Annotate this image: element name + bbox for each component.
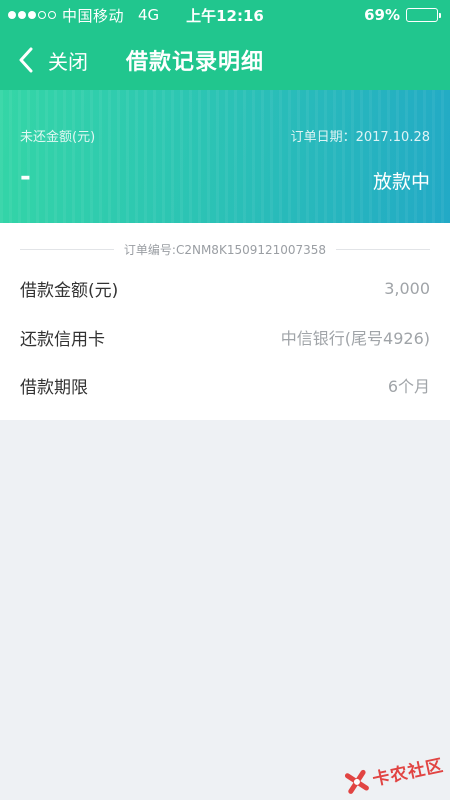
detail-row-loan-amount: 借款金额(元) 3,000 xyxy=(20,274,430,302)
back-button[interactable] xyxy=(0,30,48,90)
loan-detail-card: 订单编号:C2NM8K1509121007358 借款金额(元) 3,000 还… xyxy=(0,223,450,420)
loan-summary-card: 未还金额(元) 订单日期：2017.10.28 - 放款中 xyxy=(0,90,450,223)
order-date: 订单日期：2017.10.28 xyxy=(290,130,430,145)
order-number: 订单编号:C2NM8K1509121007358 xyxy=(123,242,327,257)
detail-label: 借款期限 xyxy=(20,377,88,398)
watermark: 卡农社区 xyxy=(342,751,446,796)
nav-bar: 关闭 借款记录明细 xyxy=(0,30,450,90)
divider xyxy=(20,248,114,250)
detail-value: 中信银行(尾号4926) xyxy=(280,329,430,348)
chevron-left-icon xyxy=(19,47,33,73)
loan-status-badge: 放款中 xyxy=(372,171,430,193)
detail-label: 借款金额(元) xyxy=(20,280,119,301)
detail-label: 还款信用卡 xyxy=(20,329,105,350)
close-button[interactable]: 关闭 xyxy=(48,46,88,75)
watermark-text: 卡农社区 xyxy=(370,755,446,791)
battery-icon xyxy=(406,8,441,22)
battery-percent: 69% xyxy=(364,6,400,24)
detail-value: 6个月 xyxy=(387,377,430,396)
divider xyxy=(336,248,430,250)
detail-row-loan-term: 借款期限 6个月 xyxy=(20,371,430,399)
kanong-logo-icon xyxy=(344,769,369,794)
battery-indicator: 69% xyxy=(364,6,441,24)
page-title: 借款记录明细 xyxy=(126,50,265,75)
detail-value: 3,000 xyxy=(384,278,430,298)
carrier-name: 中国移动 xyxy=(62,6,125,25)
detail-row-credit-card: 还款信用卡 中信银行(尾号4926) xyxy=(20,323,430,351)
status-bar: 中国移动 4G 上午12:16 69% xyxy=(0,0,450,30)
signal-strength-icon xyxy=(8,11,56,19)
network-type: 4G xyxy=(138,6,160,24)
unpaid-amount-value: - xyxy=(20,162,31,192)
order-number-row: 订单编号:C2NM8K1509121007358 xyxy=(20,239,430,259)
unpaid-amount-label: 未还金额(元) xyxy=(20,130,96,145)
